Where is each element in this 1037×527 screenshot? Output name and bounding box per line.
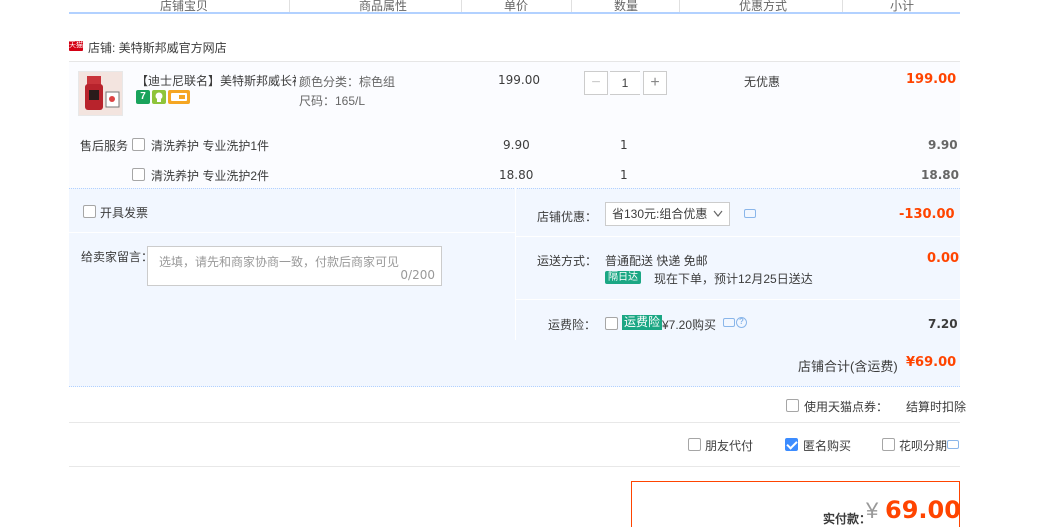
payment-summary-box: 实付款： ¥ 69.00 xyxy=(631,481,961,527)
col-divider xyxy=(461,0,462,12)
help-icon[interactable]: ? xyxy=(736,317,747,328)
section-divider xyxy=(69,466,960,467)
message-char-count: 0/200 xyxy=(400,268,435,282)
col-qty: 数量 xyxy=(614,0,639,13)
invoice-label: 开具发票 xyxy=(100,206,149,220)
options-divider xyxy=(516,236,960,237)
after-sales-label: 售后服务 xyxy=(80,139,129,153)
chevron-down-icon xyxy=(713,210,723,217)
service-qty-1: 1 xyxy=(620,138,628,152)
qty-decrease-button[interactable]: − xyxy=(584,71,608,95)
insurance-label: 运费险： xyxy=(548,318,597,332)
shop-total-value: ¥69.00 xyxy=(906,355,957,370)
huabei-label: 花呗分期 xyxy=(899,439,948,453)
huabei-checkbox[interactable] xyxy=(882,438,895,451)
service-name-2: 清洗养护 专业洗护2件 xyxy=(151,169,270,183)
options-divider xyxy=(516,299,960,300)
seven-day-return-icon[interactable]: 7 xyxy=(136,90,150,104)
options-divider xyxy=(515,188,516,340)
col-attr: 商品属性 xyxy=(359,0,408,13)
invoice-checkbox[interactable] xyxy=(83,205,96,218)
col-divider xyxy=(289,0,290,12)
service-subtotal-2: 18.80 xyxy=(921,168,959,182)
service-qty-2: 1 xyxy=(620,168,628,182)
payment-amount: 69.00 xyxy=(885,496,961,524)
col-divider xyxy=(679,0,680,12)
item-subtotal: 199.00 xyxy=(906,72,957,87)
product-thumbnail[interactable] xyxy=(78,71,123,116)
unit-price: 199.00 xyxy=(498,73,540,87)
shop-discount-label: 店铺优惠： xyxy=(537,210,598,224)
product-title-link[interactable]: 【迪士尼联名】美特斯邦威长袖... xyxy=(136,72,296,89)
service-name-1: 清洗养护 专业洗护1件 xyxy=(151,139,270,153)
anonymous-checkbox[interactable] xyxy=(785,438,798,451)
tmall-badge-icon: 天猫 xyxy=(69,41,83,51)
col-subtotal: 小计 xyxy=(890,0,915,13)
friend-pay-checkbox[interactable] xyxy=(688,438,701,451)
discount-method: 无优惠 xyxy=(744,75,781,89)
shop-total-label: 店铺合计(含运费) xyxy=(798,359,898,374)
order-table-header: 店铺宝贝 商品属性 单价 数量 优惠方式 小计 xyxy=(69,0,960,14)
shop-discount-select[interactable]: 省130元:组合优惠 xyxy=(605,202,730,226)
product-color-attr: 颜色分类：棕色组 xyxy=(299,75,396,89)
shipping-label: 运送方式： xyxy=(537,254,598,268)
service-checkbox-2[interactable] xyxy=(132,168,145,181)
qty-input[interactable]: 1 xyxy=(610,71,640,95)
col-discount: 优惠方式 xyxy=(739,0,788,13)
tmall-points-checkbox[interactable] xyxy=(786,399,799,412)
message-label: 给卖家留言： xyxy=(81,250,154,264)
service-price-2: 18.80 xyxy=(499,168,534,182)
col-price: 单价 xyxy=(504,0,529,13)
next-day-badge: 隔日达 xyxy=(605,271,641,284)
insurance-price: ¥7.20购买 xyxy=(662,318,717,332)
product-size-attr: 尺码：165/L xyxy=(299,94,366,108)
payment-currency: ¥ xyxy=(866,498,879,523)
product-image-icon xyxy=(79,72,122,115)
section-divider xyxy=(69,422,960,423)
service-badge-icon[interactable] xyxy=(152,90,166,104)
qty-increase-button[interactable]: + xyxy=(643,71,667,95)
message-placeholder: 选填，请先和商家协商一致，付款后商家可见 xyxy=(159,255,400,269)
service-price-1: 9.90 xyxy=(503,138,530,152)
shop-name-link[interactable]: 店铺: 美特斯邦威官方网店 xyxy=(88,39,227,56)
shop-discount-amount: -130.00 xyxy=(899,207,955,222)
shipping-method: 普通配送 快递 免邮 xyxy=(605,254,708,268)
anonymous-label: 匿名购买 xyxy=(803,439,852,453)
insurance-checkbox[interactable] xyxy=(605,317,618,330)
chat-bubble-icon[interactable] xyxy=(723,318,735,327)
shipping-eta: 现在下单，预计12月25日送达 xyxy=(654,272,813,286)
message-textarea[interactable]: 选填，请先和商家协商一致，付款后商家可见 0/200 xyxy=(147,246,442,286)
col-item: 店铺宝贝 xyxy=(160,0,209,13)
insurance-amount: 7.20 xyxy=(928,317,958,331)
payment-label: 实付款： xyxy=(823,512,872,526)
shipping-amount: 0.00 xyxy=(927,251,960,266)
service-subtotal-1: 9.90 xyxy=(928,138,958,152)
col-divider xyxy=(571,0,572,12)
insurance-badge: 运费险 xyxy=(622,315,663,330)
service-checkbox-1[interactable] xyxy=(132,138,145,151)
chat-bubble-icon[interactable] xyxy=(947,440,959,449)
chat-bubble-icon[interactable] xyxy=(744,209,756,218)
friend-pay-label: 朋友代付 xyxy=(705,439,754,453)
shop-discount-value: 省130元:组合优惠 xyxy=(612,207,708,221)
tmall-points-note: 结算时扣除 xyxy=(906,400,967,414)
credit-card-badge-icon[interactable] xyxy=(168,90,190,104)
tmall-points-label: 使用天猫点券： xyxy=(804,400,889,414)
col-divider xyxy=(842,0,843,12)
options-divider xyxy=(69,232,515,233)
